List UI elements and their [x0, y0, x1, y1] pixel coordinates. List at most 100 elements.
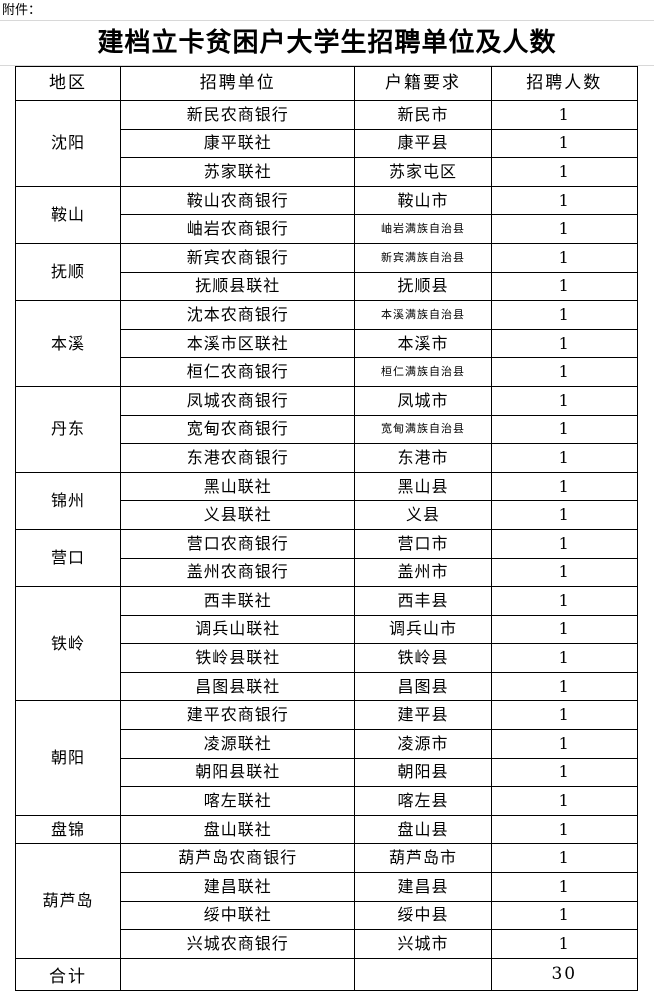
- column-header-household: 户籍要求: [354, 66, 492, 101]
- header-row: 地区 招聘单位 户籍要求 招聘人数: [15, 66, 639, 101]
- table-row: 盘锦 盘山联社 盘山县 1: [15, 814, 639, 845]
- cell-household-requirement: 黑山县: [354, 471, 492, 502]
- cell-unit: 绥中联社: [119, 900, 356, 931]
- cell-count: 1: [490, 614, 639, 645]
- cell-unit: 兴城农商银行: [119, 929, 356, 959]
- cell-household-requirement: 岫岩满族自治县: [354, 214, 492, 244]
- table-row: 沈阳 新民农商银行 新民市 1: [15, 100, 639, 187]
- cell-region: 朝阳: [15, 700, 121, 816]
- cell-household-requirement: 朝阳县: [354, 757, 492, 788]
- cell-unit: 建平农商银行: [119, 700, 356, 731]
- attachment-label: 附件：: [2, 2, 42, 18]
- cell-unit: 铁岭县联社: [119, 643, 356, 673]
- cell-household-requirement: 西丰县: [354, 586, 492, 616]
- cell-household-requirement: 本溪市: [354, 328, 492, 359]
- cell-household-requirement: 康平县: [354, 128, 492, 159]
- cell-unit: 黑山联社: [119, 471, 356, 502]
- cell-unit: 岫岩农商银行: [119, 214, 356, 244]
- cell-unit: 鞍山农商银行: [119, 185, 356, 216]
- table-container: 地区 招聘单位 户籍要求 招聘人数 沈阳 新民农商银行 新民市 1 康平联社 康平县 1 苏家…: [0, 66, 654, 991]
- cell-unit: 桓仁农商银行: [119, 357, 356, 387]
- cell-unit: 沈本农商银行: [119, 300, 356, 330]
- cell-count: 1: [490, 185, 639, 216]
- cell-count: 1: [490, 872, 639, 902]
- cell-household-requirement: 兴城市: [354, 929, 492, 959]
- column-header-count: 招聘人数: [490, 66, 639, 101]
- cell-household-requirement: 凌源市: [354, 729, 492, 759]
- cell-unit: 凌源联社: [119, 729, 356, 759]
- cell-household-requirement: 本溪满族自治县: [354, 300, 492, 330]
- cell-unit: 本溪市区联社: [119, 328, 356, 359]
- cell-count: 1: [490, 729, 639, 759]
- cell-unit: 宽甸农商银行: [119, 414, 356, 445]
- table-row: 丹东 凤城农商银行 凤城市 1: [15, 385, 639, 473]
- cell-region: 本溪: [15, 300, 121, 387]
- cell-household-requirement: 凤城市: [354, 385, 492, 416]
- cell-count: 1: [490, 586, 639, 616]
- cell-unit: 营口农商银行: [119, 528, 356, 559]
- cell-count: 1: [490, 414, 639, 445]
- cell-region: 铁岭: [15, 586, 121, 702]
- cell-count: 1: [490, 900, 639, 931]
- table-header: 地区 招聘单位 户籍要求 招聘人数: [15, 66, 639, 101]
- cell-region: 抚顺: [15, 242, 121, 302]
- cell-household-requirement: 铁岭县: [354, 643, 492, 673]
- cell-count: 1: [490, 528, 639, 559]
- cell-region: 丹东: [15, 385, 121, 473]
- table-row: 锦州 黑山联社 黑山县 1: [15, 471, 639, 530]
- cell-household-requirement: 营口市: [354, 528, 492, 559]
- cell-region: 盘锦: [15, 814, 121, 845]
- document-sheet: 附件： 建档立卡贫困户大学生招聘单位及人数 地区 招聘单位 户籍要求 招聘人数 …: [0, 0, 654, 991]
- cell-unit: 苏家联社: [119, 157, 356, 187]
- cell-count: 1: [490, 128, 639, 159]
- cell-household-requirement: 建昌县: [354, 872, 492, 902]
- cell-region: 葫芦岛: [15, 843, 121, 959]
- column-header-unit: 招聘单位: [119, 66, 356, 101]
- attachment-row: 附件：: [0, 0, 654, 21]
- column-header-region: 地区: [15, 66, 121, 101]
- cell-count: 1: [490, 557, 639, 588]
- cell-count: 1: [490, 271, 639, 302]
- cell-unit: 新民农商银行: [119, 100, 356, 130]
- cell-count: 1: [490, 357, 639, 387]
- cell-household-requirement: 新民市: [354, 100, 492, 130]
- page-title: 建档立卡贫困户大学生招聘单位及人数: [97, 28, 557, 58]
- cell-count: 1: [490, 700, 639, 731]
- cell-count: 1: [490, 929, 639, 959]
- cell-count: 1: [490, 786, 639, 816]
- cell-household-requirement: 义县: [354, 500, 492, 530]
- cell-count: 1: [490, 471, 639, 502]
- cell-unit: 新宾农商银行: [119, 242, 356, 273]
- total-unit: [119, 957, 356, 991]
- recruitment-table: 地区 招聘单位 户籍要求 招聘人数 沈阳 新民农商银行 新民市 1 康平联社 康平县 1 苏家…: [15, 66, 639, 991]
- cell-household-requirement: 盘山县: [354, 814, 492, 845]
- cell-household-requirement: 鞍山市: [354, 185, 492, 216]
- cell-count: 1: [490, 157, 639, 187]
- cell-household-requirement: 绥中县: [354, 900, 492, 931]
- title-band: 建档立卡贫困户大学生招聘单位及人数: [0, 21, 654, 66]
- table-row: 本溪 沈本农商银行 本溪满族自治县 1: [15, 300, 639, 387]
- table-body: 沈阳 新民农商银行 新民市 1 康平联社 康平县 1 苏家联社 苏家屯区 1 鞍山 鞍山农商银行 鞍山市…: [15, 100, 639, 991]
- table-row: 抚顺 新宾农商银行 新宾满族自治县 1: [15, 242, 639, 302]
- cell-region: 鞍山: [15, 185, 121, 244]
- cell-household-requirement: 宽甸满族自治县: [354, 414, 492, 445]
- cell-count: 1: [490, 814, 639, 845]
- cell-count: 1: [490, 500, 639, 530]
- table-row: 朝阳 建平农商银行 建平县 1: [15, 700, 639, 816]
- total-household: [354, 957, 492, 991]
- cell-household-requirement: 调兵山市: [354, 614, 492, 645]
- cell-region: 营口: [15, 528, 121, 588]
- total-count: 30: [490, 957, 639, 991]
- cell-unit: 喀左联社: [119, 786, 356, 816]
- cell-count: 1: [490, 443, 639, 473]
- cell-region: 沈阳: [15, 100, 121, 187]
- cell-count: 1: [490, 242, 639, 273]
- table-row: 营口 营口农商银行 营口市 1: [15, 528, 639, 588]
- total-row: 合计 30: [15, 957, 639, 991]
- cell-unit: 抚顺县联社: [119, 271, 356, 302]
- cell-unit: 朝阳县联社: [119, 757, 356, 788]
- cell-region: 锦州: [15, 471, 121, 530]
- cell-unit: 调兵山联社: [119, 614, 356, 645]
- cell-count: 1: [490, 100, 639, 130]
- cell-count: 1: [490, 328, 639, 359]
